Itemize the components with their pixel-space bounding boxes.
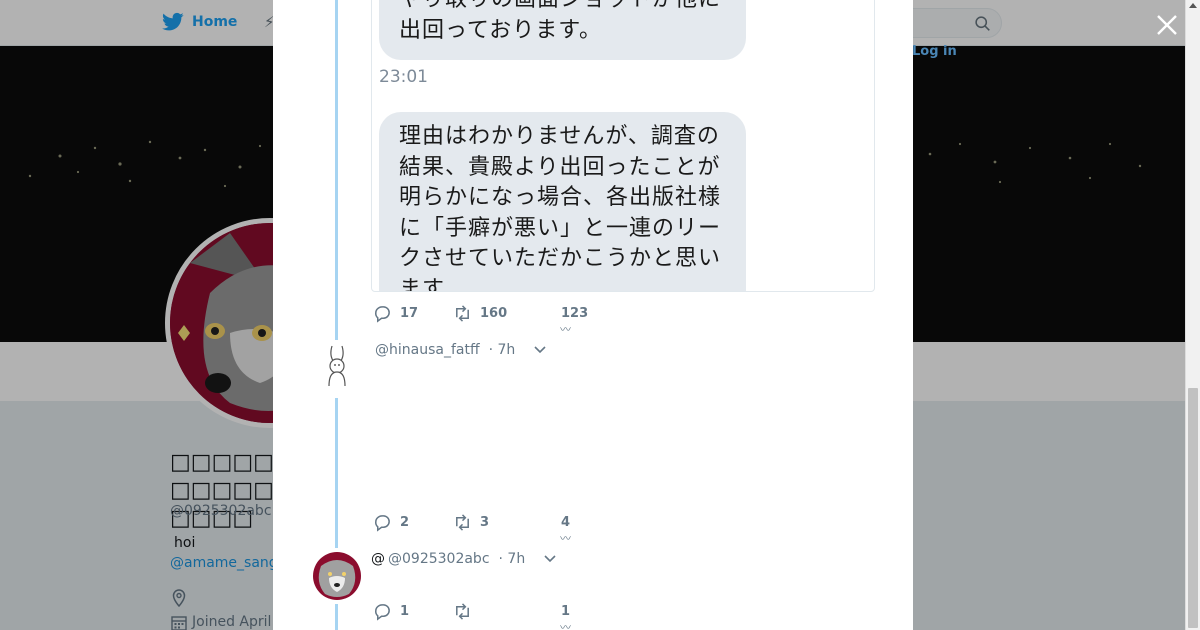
reply-count: 17 [400,306,419,321]
rabbit-avatar[interactable] [313,342,361,390]
chevron-down-icon[interactable] [543,554,557,564]
thread-line [335,0,338,340]
reply-actions: 1 [373,602,480,621]
retweet-icon [456,305,469,322]
reply-icon [375,306,390,323]
reply-button[interactable]: 1 [373,602,453,621]
retweet-button[interactable] [453,602,480,621]
retweet-count: 160 [480,306,508,321]
tweet-image-card[interactable]: やり取りの画面ショットが他に出回っております。 23:01 理由はわかりませんが… [371,0,875,292]
reply-header: @ @0925302abc · 7h [371,551,557,567]
reply-header: @hinausa_fatff · 7h [375,342,547,358]
thread-line [335,604,338,630]
like-icon[interactable]: 〰 [560,622,571,630]
wolf-avatar-small[interactable] [313,552,361,600]
like-count[interactable]: 4 [561,515,570,530]
tweet-actions: 17 160 [373,304,507,323]
reply-icon [375,604,390,621]
reply-prefix: @ [371,551,385,567]
like-icon[interactable]: 〰 [560,324,571,335]
chat-bubble: やり取りの画面ショットが他に出回っております。 [379,0,746,60]
like-icon[interactable]: 〰 [560,533,571,544]
login-link[interactable]: Log in [912,44,957,59]
reply-time[interactable]: · 7h [499,551,526,567]
reply-icon [375,515,390,532]
reply-count: 1 [400,604,410,619]
reply-actions: 2 3 [373,513,489,532]
chat-timestamp: 23:01 [379,67,428,87]
scroll-up-arrow-icon[interactable] [1189,3,1197,8]
reply-handle[interactable]: @hinausa_fatff [375,342,480,358]
scroll-thumb[interactable] [1188,388,1198,628]
retweet-button[interactable]: 3 [453,513,489,532]
retweet-icon [456,603,469,620]
reply-count: 2 [400,515,410,530]
like-count[interactable]: 123 [561,306,588,321]
reply-button[interactable]: 17 [373,304,453,323]
reply-handle[interactable]: @0925302abc [388,551,490,567]
retweet-button[interactable]: 160 [453,304,507,323]
tweet-modal: やり取りの画面ショットが他に出回っております。 23:01 理由はわかりませんが… [273,0,913,630]
chat-bubble: 理由はわかりませんが、調査の結果、貴殿より出回ったことが明らかになっ場合、各出版… [379,112,746,291]
reply-time[interactable]: · 7h [489,342,516,358]
close-icon[interactable] [1155,13,1179,37]
page-scrollbar[interactable] [1185,0,1200,630]
like-count[interactable]: 1 [561,604,570,619]
retweet-icon [456,514,469,531]
reply-button[interactable]: 2 [373,513,453,532]
thread-line [335,398,338,548]
retweet-count: 3 [480,515,490,530]
chevron-down-icon[interactable] [533,345,547,355]
